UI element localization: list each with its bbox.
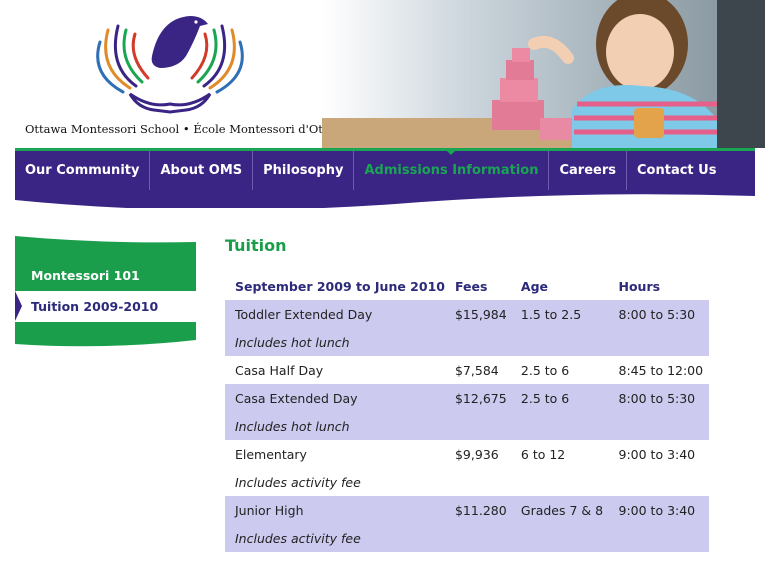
nav-careers[interactable]: Careers	[548, 151, 626, 190]
fee-cell: $7,584	[454, 362, 499, 378]
header-age: Age	[520, 278, 548, 294]
hours-cell: 9:00 to 3:40	[618, 446, 696, 462]
tuition-table: September 2009 to June 2010 Fees Age Hou…	[225, 272, 709, 552]
nav-admissions-information[interactable]: Admissions Information	[353, 148, 548, 190]
active-caret-icon	[444, 148, 459, 155]
age-cell: 6 to 12	[520, 446, 566, 462]
school-tagline: Ottawa Montessori School • École Montess…	[25, 122, 352, 136]
table-row: Junior High $11.280 Grades 7 & 8 9:00 to…	[225, 496, 709, 524]
table-row: Casa Extended Day $12,675 2.5 to 6 8:00 …	[225, 384, 709, 412]
table-note-row: Includes hot lunch	[225, 412, 709, 440]
program-cell: Casa Extended Day	[225, 384, 445, 412]
table-header-row: September 2009 to June 2010 Fees Age Hou…	[225, 272, 709, 300]
nav-label: Philosophy	[263, 163, 344, 178]
main-nav: Our Community About OMS Philosophy Admis…	[15, 148, 755, 208]
nav-label: Contact Us	[637, 163, 717, 178]
table-row: Toddler Extended Day $15,984 1.5 to 2.5 …	[225, 300, 709, 328]
nav-label: About OMS	[160, 163, 243, 178]
fee-cell: $12,675	[444, 384, 511, 412]
table-row: Elementary $9,936 6 to 12 9:00 to 3:40	[225, 440, 709, 468]
sidebar-item-label: Tuition 2009-2010	[31, 299, 159, 314]
note-cell: Includes hot lunch	[225, 328, 709, 356]
nav-our-community[interactable]: Our Community	[15, 151, 149, 190]
table-note-row: Includes hot lunch	[225, 328, 709, 356]
header-program: September 2009 to June 2010	[235, 278, 445, 294]
hours-cell: 9:00 to 3:40	[608, 496, 709, 524]
fee-cell: $9,936	[454, 446, 499, 462]
nav-philosophy[interactable]: Philosophy	[252, 151, 353, 190]
sidebar-item-tuition[interactable]: Tuition 2009-2010	[15, 291, 196, 322]
age-cell: 1.5 to 2.5	[510, 300, 609, 328]
nav-label: Our Community	[25, 163, 140, 178]
header-photo-child-blocks	[322, 0, 765, 148]
nav-contact-us[interactable]: Contact Us	[626, 151, 726, 190]
age-cell: 2.5 to 6	[520, 362, 570, 378]
fee-cell: $15,984	[444, 300, 511, 328]
sidebar: Montessori 101 Tuition 2009-2010	[15, 234, 196, 351]
dove-logo[interactable]	[90, 8, 260, 116]
note-cell: Includes activity fee	[235, 474, 361, 490]
hours-cell: 8:00 to 5:30	[608, 384, 709, 412]
program-cell: Casa Half Day	[235, 362, 324, 378]
header-hours: Hours	[618, 278, 661, 294]
program-cell: Junior High	[225, 496, 445, 524]
program-cell: Elementary	[235, 446, 307, 462]
header-fees: Fees	[454, 278, 488, 294]
note-cell: Includes activity fee	[225, 524, 709, 552]
table-note-row: Includes activity fee	[225, 524, 709, 552]
note-cell: Includes hot lunch	[225, 412, 709, 440]
nav-label: Careers	[559, 163, 616, 178]
table-note-row: Includes activity fee	[225, 468, 709, 496]
page-title: Tuition	[225, 236, 287, 255]
sidebar-item-label: Montessori 101	[31, 268, 140, 283]
table-row: Casa Half Day $7,584 2.5 to 6 8:45 to 12…	[225, 356, 709, 384]
sidebar-item-montessori-101[interactable]: Montessori 101	[15, 260, 196, 291]
hours-cell: 8:45 to 12:00	[618, 362, 704, 378]
nav-label: Admissions Information	[364, 163, 539, 178]
age-cell: Grades 7 & 8	[510, 496, 609, 524]
program-cell: Toddler Extended Day	[225, 300, 445, 328]
nav-about-oms[interactable]: About OMS	[149, 151, 252, 190]
age-cell: 2.5 to 6	[510, 384, 609, 412]
current-marker-icon	[15, 291, 22, 321]
hours-cell: 8:00 to 5:30	[608, 300, 709, 328]
fee-cell: $11.280	[444, 496, 511, 524]
site-header: Ottawa Montessori School • École Montess…	[0, 0, 765, 148]
